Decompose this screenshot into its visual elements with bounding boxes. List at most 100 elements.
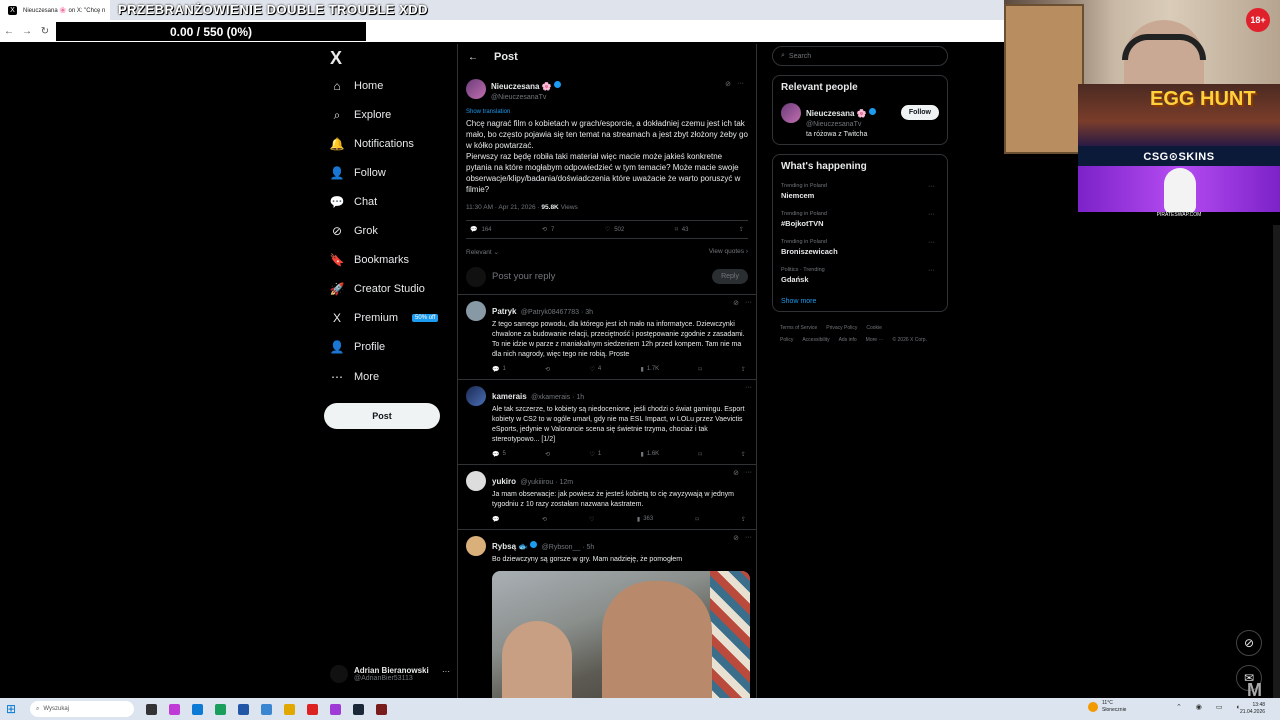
avatar[interactable] bbox=[466, 536, 486, 556]
footer-link[interactable]: Privacy Policy bbox=[826, 325, 857, 331]
views-action[interactable]: ▮ 1.7K bbox=[641, 366, 660, 373]
back-arrow-icon[interactable]: ← bbox=[468, 52, 478, 63]
task-view-icon[interactable] bbox=[146, 703, 157, 715]
forward-arrow-icon[interactable]: → bbox=[18, 26, 36, 37]
trend-item[interactable]: Trending in Poland Broniszewicach ··· bbox=[781, 239, 939, 256]
avatar[interactable] bbox=[466, 471, 486, 491]
taskbar-clock[interactable]: 13:48 21.04.2026 bbox=[1240, 702, 1265, 716]
follow-button[interactable]: Follow bbox=[900, 105, 939, 120]
grok-float-button[interactable]: ⊘ bbox=[1236, 630, 1262, 656]
grok-icon[interactable]: ⊘ bbox=[725, 80, 731, 88]
share-icon[interactable]: ⇪ bbox=[739, 226, 744, 233]
person-handle[interactable]: @NieuczesanaTv bbox=[806, 121, 876, 128]
more-dots-icon[interactable]: ··· bbox=[928, 183, 935, 190]
reply-author-handle[interactable]: @yukiiirou · 12m bbox=[520, 479, 573, 486]
trend-item[interactable]: Trending in Poland Niemcem ··· bbox=[781, 183, 939, 200]
show-more-link[interactable]: Show more bbox=[781, 298, 939, 305]
more-dots-icon[interactable]: ··· bbox=[745, 299, 752, 307]
page-scrollbar[interactable] bbox=[1273, 225, 1280, 698]
reply-item[interactable]: Patryk @Patryk08467783 · 3h Z tego sameg… bbox=[458, 295, 756, 380]
repost-icon[interactable]: ⟲ bbox=[545, 451, 550, 458]
back-arrow-icon[interactable]: ← bbox=[0, 26, 18, 37]
post-author-handle[interactable]: @NieuczesanaTv bbox=[491, 94, 561, 101]
bookmark-icon[interactable]: ⌑ bbox=[699, 366, 702, 373]
bookmark-icon[interactable]: ⌑ bbox=[696, 516, 699, 523]
comment-icon[interactable]: 💬 bbox=[492, 516, 499, 523]
share-icon[interactable]: ⇪ bbox=[741, 366, 746, 373]
avatar[interactable] bbox=[466, 78, 486, 99]
grok-icon[interactable]: ⊘ bbox=[733, 299, 739, 307]
bookmark-icon[interactable]: ⌑ bbox=[699, 451, 702, 458]
show-translation-link[interactable]: Show translation bbox=[466, 109, 748, 115]
app-icon[interactable] bbox=[376, 703, 387, 715]
reply-photo[interactable] bbox=[492, 571, 750, 698]
post-timestamp[interactable]: 11:30 AM · Apr 21, 2026 · bbox=[466, 204, 541, 211]
search-input[interactable]: ⌕ Search bbox=[772, 46, 948, 66]
reply-author-name[interactable]: kamerais bbox=[492, 392, 527, 401]
like-action[interactable]: ♡ 502 bbox=[605, 226, 624, 234]
avatar[interactable] bbox=[466, 301, 486, 321]
twitch-icon[interactable] bbox=[330, 703, 341, 715]
more-dots-icon[interactable]: ··· bbox=[928, 239, 935, 246]
more-dots-icon[interactable]: ··· bbox=[745, 384, 752, 391]
views-action[interactable]: ▮ 1.6K bbox=[641, 451, 660, 458]
reply-author-name[interactable]: Patryk bbox=[492, 307, 516, 316]
footer-link[interactable]: Terms of Service bbox=[780, 325, 817, 331]
account-switcher[interactable]: Adrian Bieranowski @AdrianBier53113 ··· bbox=[330, 661, 458, 687]
weather-widget[interactable]: 11°C Słonecznie bbox=[1088, 700, 1126, 714]
post-button[interactable]: Post bbox=[324, 403, 440, 429]
reply-item[interactable]: kamerais @xkamerais · 1h Ale tak szczerz… bbox=[458, 380, 756, 465]
more-dots-icon[interactable]: ··· bbox=[442, 667, 450, 676]
reply-author-name[interactable]: yukiro bbox=[492, 477, 516, 486]
browser-tab[interactable]: X Nieuczesana 🌸 on X: "Chcę n bbox=[0, 0, 110, 20]
reply-item[interactable]: yukiro @yukiiirou · 12m Ja mam obserwacj… bbox=[458, 465, 756, 530]
reply-author-handle[interactable]: @Patryk08467783 · 3h bbox=[521, 309, 593, 316]
footer-link[interactable]: © 2026 X Corp. bbox=[892, 337, 927, 343]
grok-icon[interactable]: ⊘ bbox=[733, 469, 739, 477]
reply-button[interactable]: Reply bbox=[712, 269, 748, 284]
more-dots-icon[interactable]: ··· bbox=[928, 211, 935, 218]
person-name[interactable]: Nieuczesana 🌸 bbox=[806, 109, 867, 118]
reply-author-handle[interactable]: @xkamerais · 1h bbox=[531, 394, 584, 401]
more-dots-icon[interactable]: ··· bbox=[745, 534, 752, 542]
reply-author-handle[interactable]: @Rybson__ · 5h bbox=[542, 544, 595, 551]
reload-icon[interactable]: ↻ bbox=[36, 26, 54, 37]
steam-icon[interactable] bbox=[353, 703, 364, 715]
reply-item[interactable]: Rybsą 🐟 @Rybson__ · 5h Bo dziewczyny są … bbox=[458, 530, 756, 698]
grok-icon[interactable]: ⊘ bbox=[733, 534, 739, 542]
more-dots-icon[interactable]: ··· bbox=[737, 80, 744, 88]
share-icon[interactable]: ⇪ bbox=[741, 451, 746, 458]
edge-icon[interactable] bbox=[192, 703, 203, 715]
avatar[interactable] bbox=[466, 386, 486, 406]
trend-item[interactable]: Politics · Trending Gdańsk ··· bbox=[781, 267, 939, 284]
views-action[interactable]: ▮ 363 bbox=[637, 516, 653, 523]
avatar[interactable] bbox=[781, 103, 801, 123]
mail-icon[interactable] bbox=[261, 703, 272, 715]
reply-action[interactable]: 💬 5 bbox=[492, 451, 506, 458]
reply-input[interactable]: Post your reply bbox=[492, 271, 706, 282]
view-quotes-link[interactable]: View quotes › bbox=[709, 248, 748, 256]
taskbar-search-input[interactable]: ⌕ Wyszukaj bbox=[30, 701, 134, 717]
reply-action[interactable]: 💬 1 bbox=[492, 366, 506, 373]
bookmark-action[interactable]: ⌑ 43 bbox=[675, 226, 689, 234]
footer-link[interactable]: Ads info bbox=[839, 337, 857, 343]
system-tray[interactable]: ⌃ ◉ ▭ ◐ bbox=[1176, 703, 1247, 711]
more-dots-icon[interactable]: ··· bbox=[928, 267, 935, 274]
app-icon[interactable] bbox=[307, 703, 318, 715]
footer-link[interactable]: More ··· bbox=[866, 337, 884, 343]
edge-dev-icon[interactable] bbox=[215, 703, 226, 715]
copilot-icon[interactable] bbox=[169, 703, 180, 715]
footer-link[interactable]: Accessibility bbox=[802, 337, 829, 343]
like-action[interactable]: ♡ 1 bbox=[589, 451, 601, 458]
repost-icon[interactable]: ⟲ bbox=[545, 366, 550, 373]
repost-icon[interactable]: ⟲ bbox=[542, 516, 547, 523]
chrome-icon[interactable] bbox=[284, 703, 295, 715]
trend-item[interactable]: Trending in Poland #BojkotTVN ··· bbox=[781, 211, 939, 228]
post-author-name[interactable]: Nieuczesana 🌸 bbox=[491, 82, 552, 91]
more-dots-icon[interactable]: ··· bbox=[745, 469, 752, 477]
reply-author-name[interactable]: Rybsą 🐟 bbox=[492, 542, 528, 551]
windows-start-icon[interactable]: ⊞ bbox=[0, 702, 22, 716]
like-action[interactable]: ♡ 4 bbox=[589, 366, 601, 373]
share-icon[interactable]: ⇪ bbox=[741, 516, 746, 523]
reply-sort-dropdown[interactable]: Relevant ⌄ bbox=[466, 248, 499, 256]
